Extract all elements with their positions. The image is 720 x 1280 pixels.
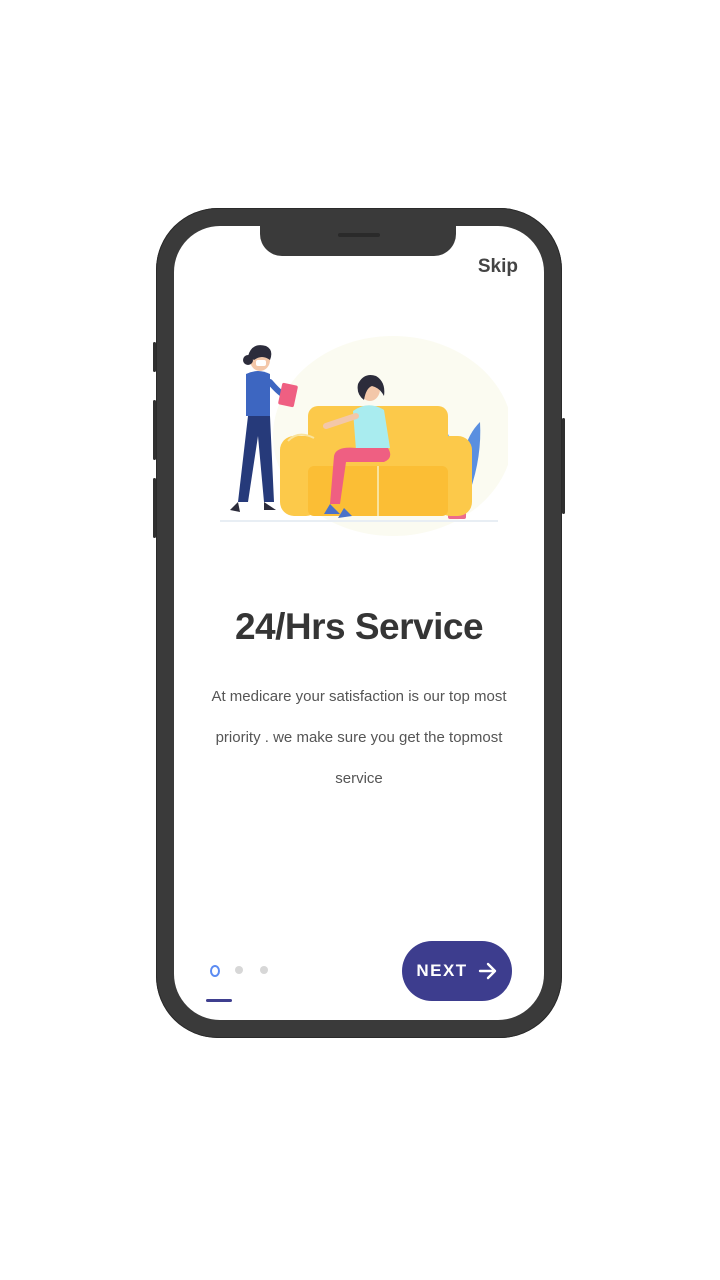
- silent-switch: [153, 342, 156, 372]
- doctor-patient-illustration: [220, 336, 508, 536]
- page-dot-active[interactable]: [210, 965, 220, 977]
- page-dot[interactable]: [260, 966, 268, 974]
- next-button-label: NEXT: [416, 961, 468, 980]
- page-indicator: [206, 965, 280, 1002]
- speaker-grille: [338, 233, 380, 237]
- power-button: [562, 418, 565, 514]
- page-dot[interactable]: [235, 966, 243, 974]
- volume-down-button: [153, 478, 156, 538]
- notch: [260, 226, 456, 256]
- page-description: At medicare your satisfaction is our top…: [211, 688, 507, 787]
- skip-button[interactable]: Skip: [478, 256, 518, 278]
- phone-frame: Skip 24/Hrs Service At medicare your sat…: [153, 208, 565, 1038]
- next-button[interactable]: NEXT: [402, 941, 512, 1001]
- arrow-right-icon: [478, 962, 496, 980]
- page-title: 24/Hrs Service: [234, 606, 484, 647]
- volume-up-button: [153, 400, 156, 460]
- app-screen: Skip 24/Hrs Service At medicare your sat…: [174, 226, 544, 1020]
- active-page-underline: [206, 999, 232, 1002]
